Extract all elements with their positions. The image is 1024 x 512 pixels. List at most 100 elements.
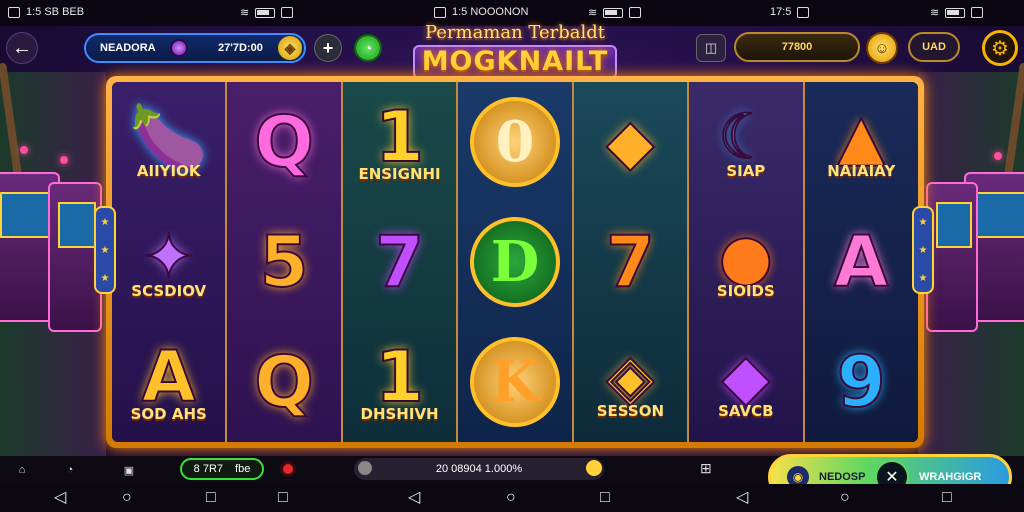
nav-home-icon[interactable]: ○	[840, 489, 850, 507]
reel-symbol-cell: 7	[343, 202, 456, 322]
reel-symbol: 7	[374, 221, 425, 303]
account-pill[interactable]: NEADORA 27'7D:00 ◈	[84, 33, 306, 63]
reel-symbol-label: NAIAIAY	[827, 162, 896, 180]
signal-icon	[971, 7, 984, 18]
coin-icon[interactable]: ◈	[278, 36, 302, 60]
account-name: NEADORA	[100, 42, 156, 54]
game-screen: 1:5 SB BEB ≋ 1:5 NOOONON ≋ 17:5 ≋ ← NEAD…	[0, 0, 1024, 512]
info-icon	[358, 461, 372, 475]
credit-display: 77800	[734, 32, 860, 62]
reel-symbol-cell: 🍆 AIIYIOK	[112, 82, 225, 202]
signal-icon	[629, 7, 642, 18]
reel-symbol: 0	[469, 97, 560, 187]
reel-symbol-cell: Q	[227, 82, 340, 202]
reel-column: ☾ SIAP ● SIOIDS ◆ SAVCB	[689, 82, 805, 442]
nav-recents-icon[interactable]: □	[206, 489, 216, 507]
menu-square-button[interactable]: ◫	[696, 34, 726, 62]
reel-symbol-cell: 0	[458, 82, 571, 202]
nav-back-icon[interactable]: ◁	[736, 489, 748, 507]
reel-symbol: 7	[605, 221, 656, 303]
star-icon: ★	[918, 272, 928, 284]
reel-symbol-label: SIOIDS	[716, 282, 775, 300]
reel-symbol: ▲	[836, 100, 886, 173]
reel-symbol: 5	[259, 221, 310, 303]
wifi-icon: ≋	[588, 7, 598, 19]
spin-left-label[interactable]: NEDOSP	[819, 471, 875, 483]
back-arrow-icon[interactable]: ←	[6, 32, 38, 64]
win-display: 20 08904 1.000%	[354, 458, 604, 480]
reel-symbol: 1	[374, 336, 425, 418]
lantern	[20, 146, 28, 154]
signal-icon	[281, 7, 294, 18]
reel-symbol-cell: ☾ SIAP	[689, 82, 802, 202]
reel-symbol-cell: 9	[805, 322, 918, 442]
record-button[interactable]	[280, 461, 296, 477]
win-text: 20 08904 1.000%	[435, 463, 523, 475]
refresh-icon[interactable]: ◔	[354, 34, 382, 62]
status-icons-left: ≋	[240, 6, 294, 19]
lantern	[994, 152, 1002, 160]
reel-symbol-label: SOD AHS	[130, 405, 207, 423]
reel-symbol-cell: A	[805, 202, 918, 322]
reel-symbol: A	[833, 221, 889, 303]
nav-recents-icon[interactable]: □	[942, 489, 952, 507]
history-icon[interactable]: ◔	[60, 460, 80, 480]
settings-gear-icon[interactable]: ⚙	[982, 30, 1018, 66]
reel-symbol: ✦	[142, 220, 196, 293]
nav-recents-icon[interactable]: □	[600, 489, 610, 507]
reel-symbol-label: SIAP	[726, 162, 766, 180]
gift-icon[interactable]: ⊞	[700, 460, 712, 477]
avatar[interactable]: ☺	[866, 32, 898, 64]
add-funds-button[interactable]: +	[314, 34, 342, 62]
reel-symbol: 9	[836, 341, 887, 423]
status-time-mid: 1:5 NOOONON	[452, 6, 529, 18]
nav-back-icon[interactable]: ◁	[408, 489, 420, 507]
spin-right-label[interactable]: WRAHGIGR	[919, 471, 981, 483]
nav-home-icon[interactable]: ○	[506, 489, 516, 507]
left-scenery	[0, 62, 106, 458]
reel-symbol: ◆	[606, 105, 656, 178]
status-mid: 1:5 NOOONON	[434, 6, 528, 18]
reel-symbol-cell: 1 ENSIGNHI	[343, 82, 456, 202]
currency-selector[interactable]: UAD	[908, 32, 960, 62]
reel-symbol-cell: Q	[227, 322, 340, 442]
gem-icon	[170, 39, 188, 57]
status-time-left: 1:5 SB BEB	[26, 6, 85, 18]
reel-symbol-cell: ◈ SESSON	[574, 322, 687, 442]
balance-value: 27'7D:00	[218, 42, 263, 54]
bet-unit: fbe	[235, 463, 251, 475]
game-title-top: Permaman Terbaldt	[424, 22, 606, 43]
reel-column: ◆ 7 ◈ SESSON	[573, 82, 690, 442]
reels: 🍆 AIIYIOK ✦ SCSDIOV A SOD AHS Q 5 Q 1 ENSIGNHI 7 1 DH…	[112, 82, 918, 442]
reel-symbol-cell: ● SIOIDS	[689, 202, 802, 322]
payline-indicator-left: ★ ★ ★	[94, 206, 116, 294]
battery-icon	[603, 7, 624, 18]
battery-icon	[255, 7, 276, 18]
reel-symbol-cell: D	[458, 202, 571, 322]
reel-symbol: D	[469, 217, 560, 307]
reel-symbol: ◆	[721, 340, 771, 413]
nav-back-icon[interactable]: ◁	[54, 489, 66, 507]
star-icon: ★	[100, 216, 110, 228]
cashier-icon[interactable]: ▣	[118, 460, 140, 480]
status-icon	[8, 6, 20, 18]
bet-selector[interactable]: 8 7R7 fbe	[180, 458, 264, 480]
reel-symbol-label: SESSON	[596, 402, 665, 420]
battery-icon	[945, 7, 966, 18]
wifi-icon: ≋	[240, 7, 250, 19]
reel-symbol: K	[469, 337, 560, 427]
system-nav-bar: ◁ ○ □ □ ◁ ○ □ ◁ ○ □	[0, 484, 1024, 512]
reel-symbol: 🍆	[129, 100, 208, 173]
game-title-main: MOGKNAILT	[413, 45, 617, 79]
nav-home-icon[interactable]: ○	[122, 489, 132, 507]
reel-symbol-cell: ◆ SAVCB	[689, 322, 802, 442]
payline-indicator-right: ★ ★ ★	[912, 206, 934, 294]
reel-symbol-cell: K	[458, 322, 571, 442]
reel-symbol-label: SCSDIOV	[131, 282, 207, 300]
reel-symbol-cell: 5	[227, 202, 340, 322]
reel-symbol-cell: ▲ NAIAIAY	[805, 82, 918, 202]
nav-recents-icon[interactable]: □	[278, 489, 288, 507]
home-icon[interactable]: ⌂	[12, 460, 32, 480]
reel-symbol-label: SAVCB	[718, 402, 774, 420]
reel-symbol: 1	[374, 96, 425, 178]
